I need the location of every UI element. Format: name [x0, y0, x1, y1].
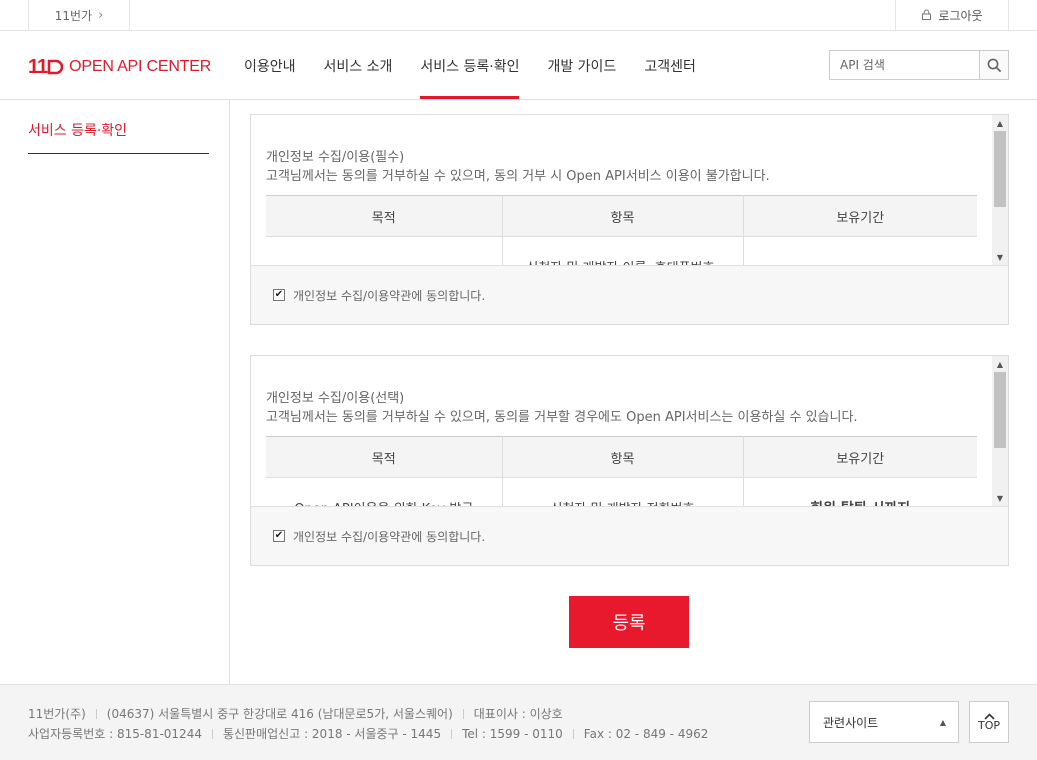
agree-checkbox[interactable]: ✔: [273, 530, 285, 542]
footer-company-info: 11번가(주) (04637) 서울특별시 중구 한강대로 416 (남대문로5…: [28, 705, 563, 722]
cell-retention: 회원 탈퇴 시까지: [743, 478, 977, 506]
agree-checkbox[interactable]: ✔: [273, 289, 285, 301]
site-home-link-label: 11번가: [54, 9, 93, 23]
divider: [462, 708, 464, 719]
divider: [211, 728, 213, 739]
footer-fax: Fax : 02 - 849 - 4962: [583, 726, 709, 741]
sidebar-item-label: 서비스 등록·확인: [28, 123, 128, 139]
consent-optional-description: 고객님께서는 동의를 거부하실 수 있으며, 동의를 거부할 경우에도 Open…: [266, 410, 858, 425]
logo-brand: OPEN API CENTER: [69, 58, 212, 75]
scrollbar-thumb[interactable]: [994, 131, 1006, 207]
footer-tel: Tel : 1599 - 0110: [462, 726, 563, 741]
sidebar: 서비스 등록·확인: [0, 100, 230, 684]
consent-required-agree[interactable]: ✔ 개인정보 수집/이용약관에 동의합니다.: [251, 265, 1008, 324]
consent-required-description: 고객님께서는 동의를 거부하실 수 있으며, 동의 거부 시 Open API서…: [266, 169, 770, 184]
consent-required-scroll-area[interactable]: 개인정보 수집/이용(필수) 고객님께서는 동의를 거부하실 수 있으며, 동의…: [251, 115, 1008, 265]
consent-optional-agree[interactable]: ✔ 개인정보 수집/이용약관에 동의합니다.: [251, 506, 1008, 565]
tab-label: 서비스 소개: [323, 58, 393, 75]
consent-optional-scroll-area[interactable]: 개인정보 수집/이용(선택) 고객님께서는 동의를 거부하실 수 있으며, 동의…: [251, 356, 1008, 506]
tab-label: 이용안내: [244, 58, 296, 75]
scroll-up-arrow-icon[interactable]: ▲: [992, 357, 1008, 371]
logout-button[interactable]: 로그아웃: [895, 0, 1009, 31]
tab-label: 고객센터: [644, 58, 696, 75]
column-header-items: 항목: [502, 195, 744, 237]
chevron-right-icon: ›: [98, 8, 104, 23]
logo-mark: 11: [28, 55, 64, 79]
scroll-down-arrow-icon[interactable]: ▼: [992, 250, 1008, 264]
footer-ceo: 대표이사 : 이상호: [473, 707, 563, 721]
table-row: 신청자 및 개발자 이름, 휴대폰번호,: [266, 236, 977, 266]
logo-d-icon: [47, 59, 64, 75]
footer-mail-order-number: 통신판매업신고 : 2018 - 서울중구 - 1445: [222, 727, 442, 741]
consent-required-content: 개인정보 수집/이용(필수) 고객님께서는 동의를 거부하실 수 있으며, 동의…: [266, 148, 977, 265]
column-header-retention: 보유기간: [743, 436, 977, 478]
table-row: Open API이용을 위한 Key 발급 신청자 및 개발자 전화번호 회원 …: [266, 477, 977, 506]
site-logo[interactable]: 11 OPEN API CENTER: [28, 56, 211, 78]
api-search: [829, 50, 1009, 80]
column-header-retention: 보유기간: [743, 195, 977, 237]
divider: [572, 728, 574, 739]
tab-service-intro[interactable]: 서비스 소개: [324, 31, 393, 100]
agree-label: 개인정보 수집/이용약관에 동의합니다.: [293, 529, 486, 544]
footer-company-name: 11번가(주): [28, 707, 86, 721]
consent-required-title: 개인정보 수집/이용(필수): [266, 150, 405, 165]
divider: [451, 728, 453, 739]
top-label: TOP: [977, 718, 1000, 732]
related-sites-select[interactable]: 관련사이트 ▲: [809, 701, 959, 743]
caret-up-icon: ▲: [939, 718, 946, 727]
main-header: 11 OPEN API CENTER 이용안내 서비스 소개 서비스 등록·확인…: [0, 31, 1037, 100]
consent-optional-box: 개인정보 수집/이용(선택) 고객님께서는 동의를 거부하실 수 있으며, 동의…: [250, 355, 1009, 566]
search-input[interactable]: [830, 51, 979, 79]
column-header-items: 항목: [502, 436, 744, 478]
tab-customer-center[interactable]: 고객센터: [644, 31, 696, 100]
main-nav: 이용안내 서비스 소개 서비스 등록·확인 개발 가이드 고객센터: [244, 31, 724, 100]
scroll-down-arrow-icon[interactable]: ▼: [992, 491, 1008, 505]
scrollbar[interactable]: ▲ ▼: [992, 356, 1008, 506]
site-home-link[interactable]: 11번가 ›: [28, 0, 130, 31]
cell-items: 신청자 및 개발자 이름, 휴대폰번호,: [502, 236, 744, 265]
cell-purpose: [266, 236, 503, 265]
footer: 11번가(주) (04637) 서울특별시 중구 한강대로 416 (남대문로5…: [0, 684, 1037, 760]
scrollbar[interactable]: ▲ ▼: [992, 115, 1008, 265]
consent-optional-table: 목적 항목 보유기간 Open API이용을 위한 Key 발급 신청자 및 개…: [266, 436, 977, 506]
related-sites-label: 관련사이트: [823, 715, 879, 730]
scrollbar-thumb[interactable]: [994, 372, 1006, 448]
consent-optional-content: 개인정보 수집/이용(선택) 고객님께서는 동의를 거부하실 수 있으며, 동의…: [266, 389, 977, 506]
agree-label: 개인정보 수집/이용약관에 동의합니다.: [293, 288, 486, 303]
consent-required-box: 개인정보 수집/이용(필수) 고객님께서는 동의를 거부하실 수 있으며, 동의…: [250, 114, 1009, 325]
logo-mark-text: 11: [28, 55, 48, 78]
tab-label: 서비스 등록·확인: [420, 58, 520, 75]
tab-guide[interactable]: 이용안내: [244, 31, 296, 100]
logout-label: 로그아웃: [938, 9, 983, 23]
consent-optional-title: 개인정보 수집/이용(선택): [266, 391, 405, 406]
tab-label: 개발 가이드: [547, 58, 617, 75]
column-header-purpose: 목적: [266, 436, 503, 478]
search-icon: [987, 58, 1001, 72]
register-button[interactable]: 등록: [569, 596, 689, 648]
lock-icon: [921, 9, 932, 23]
cell-items: 신청자 및 개발자 전화번호: [502, 477, 744, 506]
scroll-up-arrow-icon[interactable]: ▲: [992, 116, 1008, 130]
sidebar-item-service-register[interactable]: 서비스 등록·확인: [28, 120, 209, 154]
footer-address: (04637) 서울특별시 중구 한강대로 416 (남대문로5가, 서울스퀘어…: [106, 707, 453, 721]
scroll-top-button[interactable]: TOP: [969, 701, 1009, 743]
cell-retention: [743, 237, 977, 266]
footer-registration-info: 사업자등록번호 : 815-81-01244 통신판매업신고 : 2018 - …: [28, 725, 708, 742]
footer-business-number: 사업자등록번호 : 815-81-01244: [28, 727, 202, 741]
column-header-purpose: 목적: [266, 195, 503, 237]
divider: [95, 708, 97, 719]
tab-service-register[interactable]: 서비스 등록·확인: [420, 31, 520, 100]
search-button[interactable]: [979, 51, 1008, 79]
consent-required-table: 목적 항목 보유기간 신청자 및 개발자 이름, 휴대폰번호,: [266, 195, 977, 265]
utility-bar: 11번가 › 로그아웃: [0, 0, 1037, 31]
cell-purpose: Open API이용을 위한 Key 발급: [266, 477, 503, 506]
tab-dev-guide[interactable]: 개발 가이드: [547, 31, 616, 100]
